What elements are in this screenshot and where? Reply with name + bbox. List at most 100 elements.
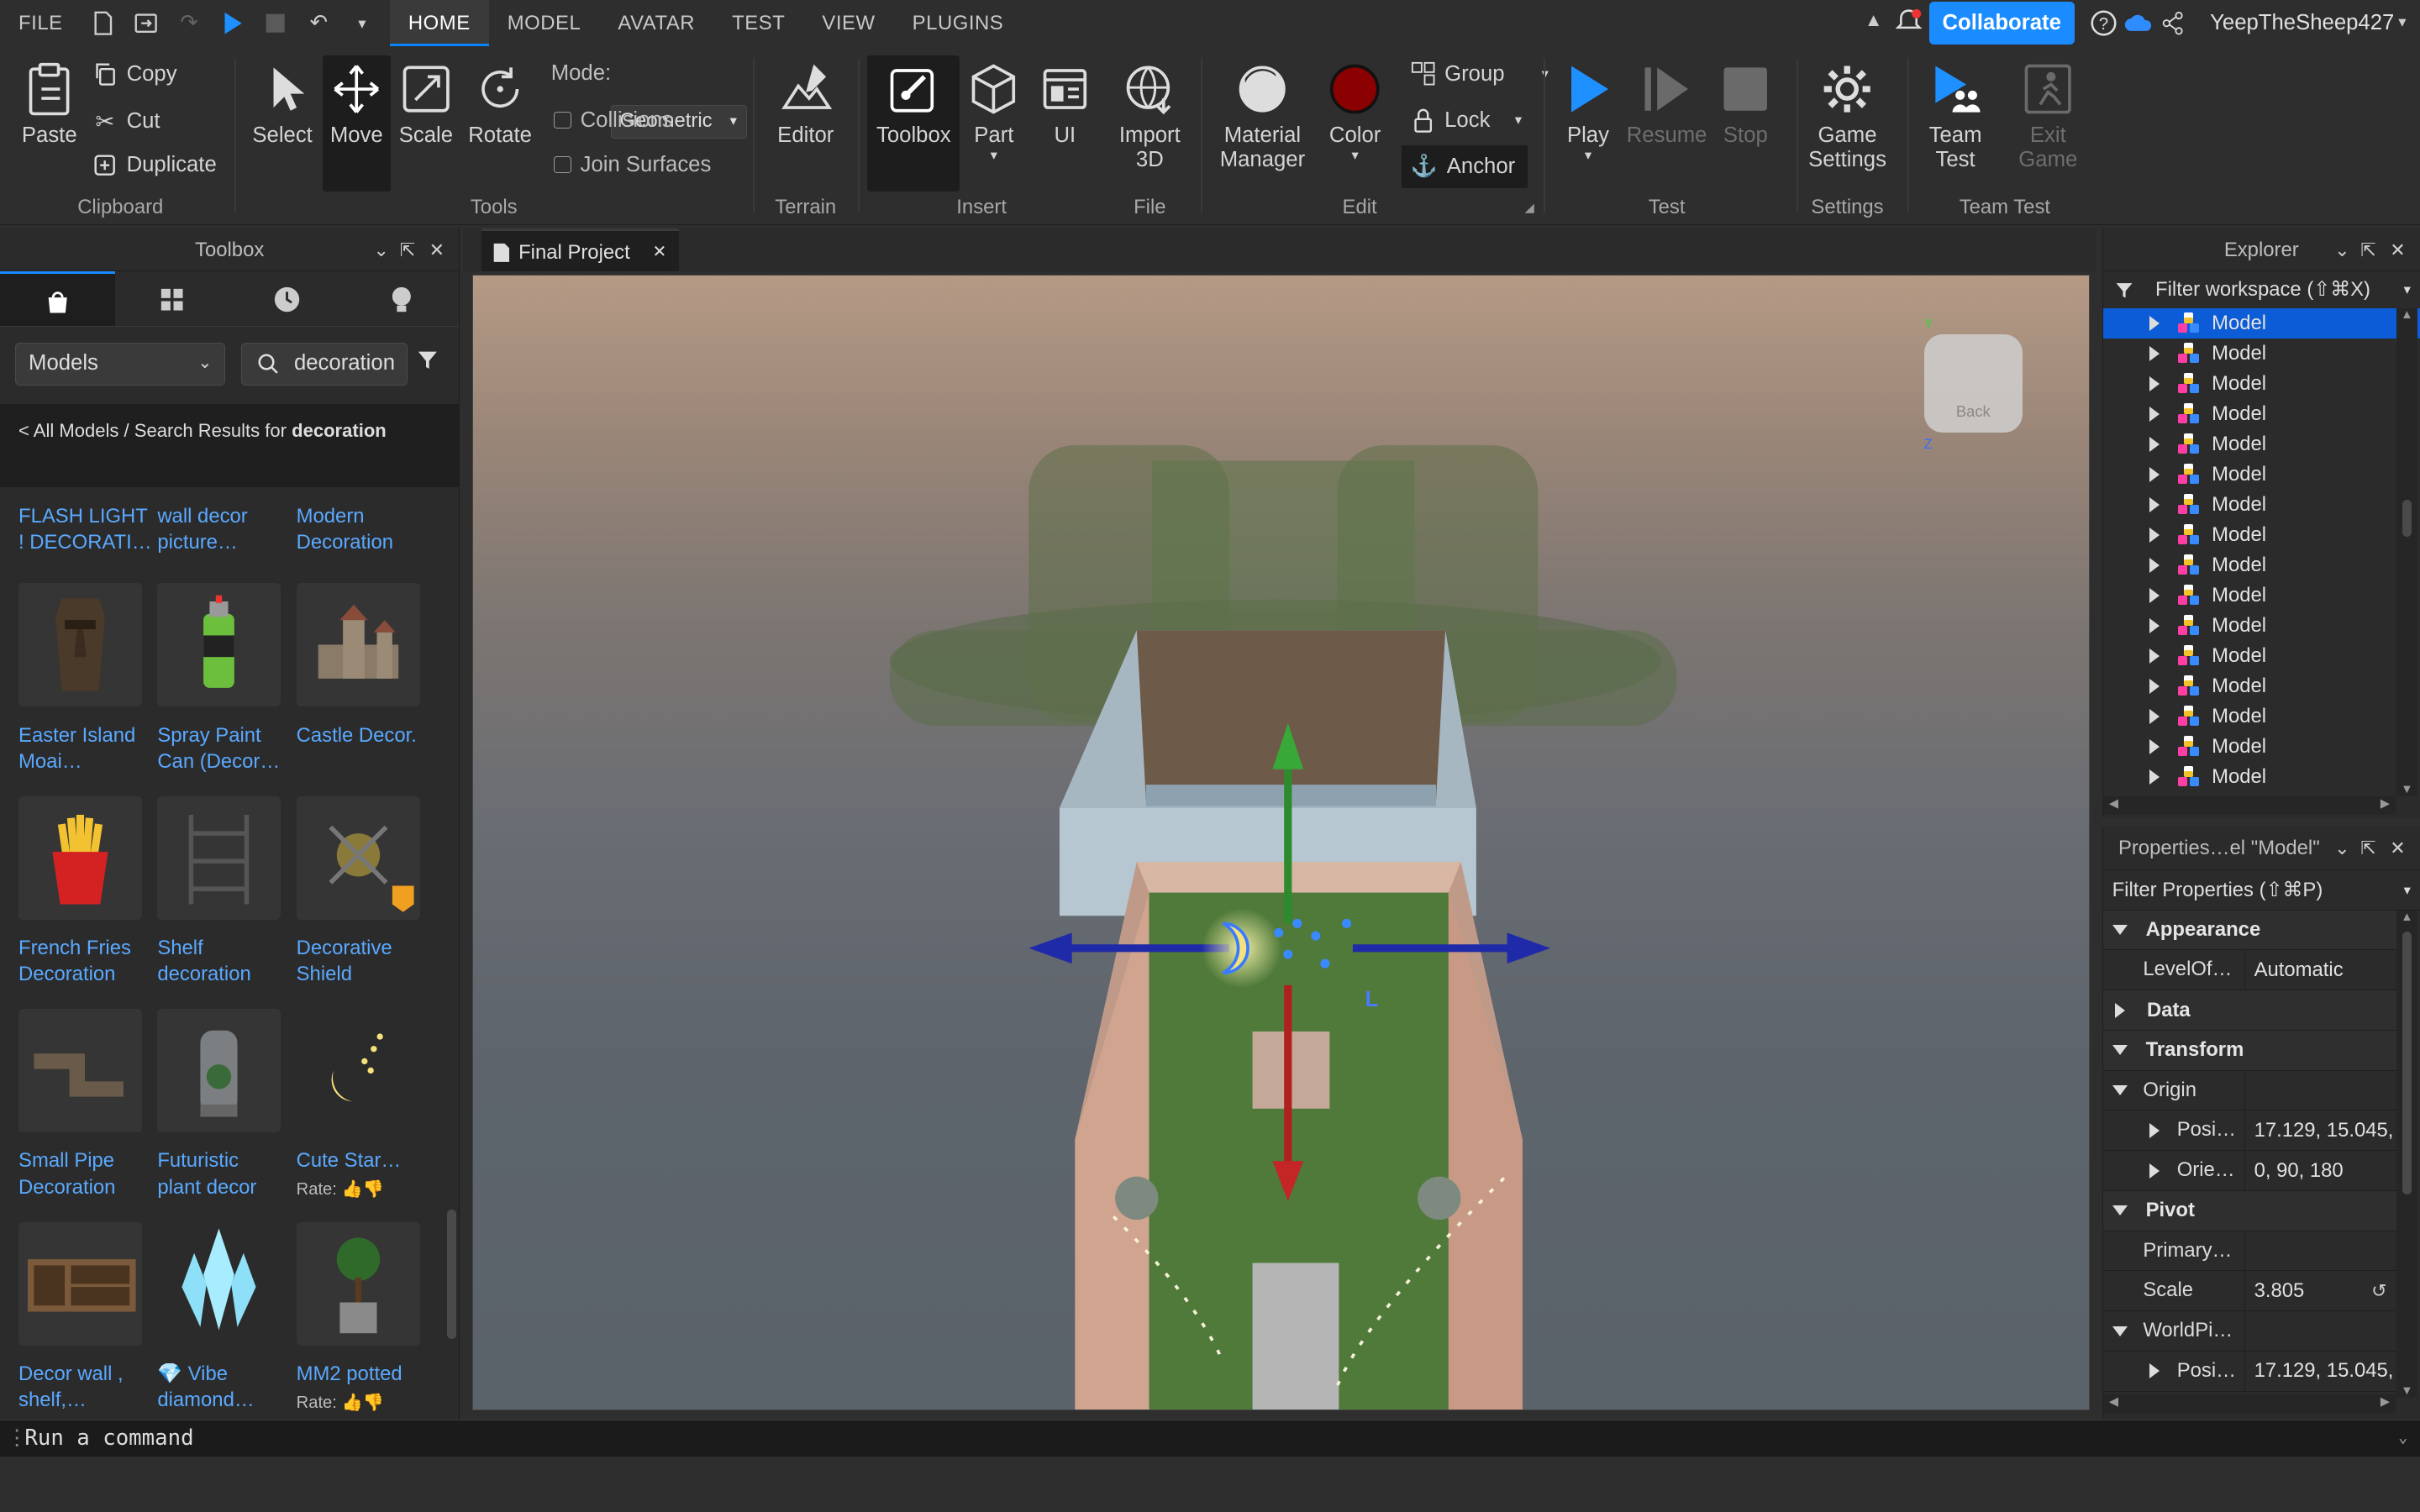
toolbox-scrollbar[interactable] bbox=[446, 1209, 456, 1340]
chevron-right-icon[interactable] bbox=[2115, 1002, 2125, 1018]
rotate-tool-button[interactable]: Rotate bbox=[465, 61, 535, 147]
chevron-down-icon[interactable] bbox=[2112, 1326, 2128, 1336]
chevron-down-icon[interactable]: ⌄ bbox=[2334, 827, 2349, 869]
property-row[interactable]: Posi… 17.129, 15.045, bbox=[2102, 1351, 2396, 1392]
right-arrow-icon[interactable]: ▶ bbox=[2381, 1394, 2390, 1409]
undock-icon[interactable]: ⇱ bbox=[2360, 827, 2375, 869]
explorer-item[interactable]: Model bbox=[2102, 308, 2420, 339]
duplicate-button[interactable]: Duplicate bbox=[92, 153, 217, 177]
toolbox-item[interactable]: Decor wall , shelf,… bbox=[18, 1221, 157, 1414]
filter-icon[interactable] bbox=[417, 349, 439, 377]
resume-button[interactable]: Resume bbox=[1623, 61, 1710, 147]
material-manager-button[interactable]: Material Manager bbox=[1213, 61, 1313, 171]
explorer-item[interactable]: Model bbox=[2103, 580, 2420, 611]
stop-icon[interactable] bbox=[263, 11, 287, 35]
explorer-item[interactable]: Model bbox=[2103, 671, 2420, 701]
move-tool-button[interactable]: Move bbox=[322, 55, 391, 192]
chevron-right-icon[interactable] bbox=[2149, 1163, 2160, 1179]
tab-view[interactable]: VIEW bbox=[803, 0, 893, 46]
import-3d-button[interactable]: Import 3D bbox=[1111, 61, 1188, 171]
tab-creations[interactable] bbox=[345, 271, 460, 326]
expand-arrow-icon[interactable] bbox=[2149, 376, 2160, 392]
team-test-button[interactable]: Team Test bbox=[1917, 61, 1994, 171]
up-arrow-icon[interactable]: ▲ bbox=[2396, 911, 2418, 924]
explorer-item[interactable]: Model bbox=[2103, 520, 2420, 550]
toolbox-item[interactable]: MM2 potted Rate: 👍👎 bbox=[296, 1221, 435, 1416]
game-settings-button[interactable]: Game Settings bbox=[1802, 61, 1892, 171]
toolbox-item[interactable]: Easter Island Moai… bbox=[18, 583, 157, 774]
close-icon[interactable]: ✕ bbox=[2390, 827, 2405, 869]
chevron-down-icon[interactable] bbox=[2112, 1045, 2128, 1055]
right-arrow-icon[interactable]: ▶ bbox=[2381, 796, 2390, 811]
username[interactable]: YeepTheSheep427 bbox=[2210, 11, 2394, 35]
thumbs-up-icon[interactable]: 👍 bbox=[342, 1180, 363, 1199]
explorer-item[interactable]: Model bbox=[2103, 490, 2420, 520]
color-button[interactable]: Color ▾ bbox=[1321, 61, 1389, 163]
notification-bell-icon[interactable] bbox=[1895, 8, 1923, 41]
thumbs-down-icon[interactable]: 👎 bbox=[363, 1180, 384, 1199]
property-category[interactable]: Appearance bbox=[2102, 910, 2396, 951]
stop-button[interactable]: Stop bbox=[1716, 61, 1775, 147]
expand-arrow-icon[interactable] bbox=[2149, 467, 2160, 483]
up-arrow-icon[interactable]: ▲ bbox=[2396, 308, 2418, 322]
expand-arrow-icon[interactable] bbox=[2149, 346, 2160, 362]
chevron-down-icon[interactable]: ⌄ bbox=[373, 228, 388, 271]
share-icon[interactable] bbox=[2160, 11, 2185, 41]
expand-arrow-icon[interactable] bbox=[2149, 588, 2160, 604]
breadcrumb-prefix[interactable]: < All Models / Search Results for bbox=[18, 420, 292, 441]
chevron-right-icon[interactable] bbox=[2149, 1122, 2160, 1138]
explorer-item[interactable]: Model bbox=[2103, 762, 2420, 792]
anchor-button[interactable]: ⚓ Anchor bbox=[1401, 144, 1528, 189]
property-value[interactable]: Automatic bbox=[2245, 958, 2344, 982]
property-row[interactable]: Orie… 0, 90, 180 bbox=[2102, 1151, 2396, 1191]
explorer-item[interactable]: Model bbox=[2103, 611, 2420, 641]
thumbs-down-icon[interactable]: 👎 bbox=[363, 1394, 384, 1412]
expand-arrow-icon[interactable] bbox=[2149, 437, 2160, 453]
chevron-down-icon[interactable] bbox=[2112, 925, 2128, 935]
scroll-thumb[interactable] bbox=[2402, 932, 2412, 1194]
category-select[interactable]: Models ⌄ bbox=[15, 342, 226, 386]
collapse-ribbon-icon[interactable]: ▲ bbox=[1865, 9, 1883, 31]
3d-viewport[interactable]: L Back Y Z bbox=[472, 274, 2090, 1410]
account-dropdown-icon[interactable]: ▾ bbox=[2398, 13, 2406, 31]
explorer-item[interactable]: Model bbox=[2103, 459, 2420, 490]
explorer-item[interactable]: Model bbox=[2103, 369, 2420, 399]
explorer-item[interactable]: Model bbox=[2103, 429, 2420, 459]
undo-icon[interactable]: ↶ bbox=[307, 11, 331, 35]
command-bar[interactable]: ⋮ Run a command ⌄ bbox=[0, 1419, 2420, 1457]
drag-handle-icon[interactable]: ⋮ bbox=[6, 1420, 28, 1456]
lock-button[interactable]: Lock ▾ bbox=[1411, 108, 1522, 133]
copy-button[interactable]: Copy bbox=[92, 61, 177, 87]
quick-access-dropdown-icon[interactable]: ▾ bbox=[350, 11, 374, 35]
undock-icon[interactable]: ⇱ bbox=[400, 228, 415, 271]
play-icon[interactable] bbox=[220, 11, 245, 35]
toolbox-item[interactable]: FLASH LIGHT ! DECORATI… bbox=[18, 487, 157, 555]
expand-arrow-icon[interactable] bbox=[2149, 407, 2160, 423]
expand-arrow-icon[interactable] bbox=[2149, 528, 2160, 543]
property-row[interactable]: Scale 3.805 ↺ bbox=[2102, 1271, 2396, 1312]
group-button[interactable]: Group ▾ bbox=[1411, 61, 1549, 86]
publish-icon[interactable] bbox=[134, 11, 158, 35]
play-button[interactable]: Play ▾ bbox=[1555, 61, 1620, 163]
chevron-down-icon[interactable] bbox=[2112, 1085, 2128, 1095]
chevron-down-icon[interactable]: ⌄ bbox=[2334, 228, 2349, 271]
tab-home[interactable]: HOME bbox=[389, 0, 489, 47]
toolbox-item[interactable]: Decorative Shield bbox=[296, 795, 435, 988]
explorer-item[interactable]: Model bbox=[2103, 641, 2420, 671]
toolbox-button[interactable]: Toolbox bbox=[867, 55, 960, 192]
exit-game-button[interactable]: Exit Game bbox=[2009, 61, 2086, 171]
close-icon[interactable]: ✕ bbox=[429, 228, 445, 271]
tab-test[interactable]: TEST bbox=[713, 0, 803, 46]
explorer-item[interactable]: Model bbox=[2103, 550, 2420, 580]
property-row[interactable]: LevelOf… Automatic bbox=[2102, 950, 2396, 991]
scale-tool-button[interactable]: Scale bbox=[393, 61, 458, 147]
left-arrow-icon[interactable]: ◀ bbox=[2109, 796, 2118, 811]
select-tool-button[interactable]: Select bbox=[247, 61, 318, 147]
down-arrow-icon[interactable]: ▼ bbox=[2396, 783, 2418, 796]
explorer-item[interactable]: Model bbox=[2103, 399, 2420, 429]
paste-button[interactable]: Paste bbox=[13, 61, 87, 147]
expand-arrow-icon[interactable] bbox=[2149, 739, 2160, 755]
left-arrow-icon[interactable]: ◀ bbox=[2109, 1394, 2118, 1409]
scroll-thumb[interactable] bbox=[2402, 500, 2412, 538]
part-button[interactable]: Part ▾ bbox=[966, 61, 1022, 163]
